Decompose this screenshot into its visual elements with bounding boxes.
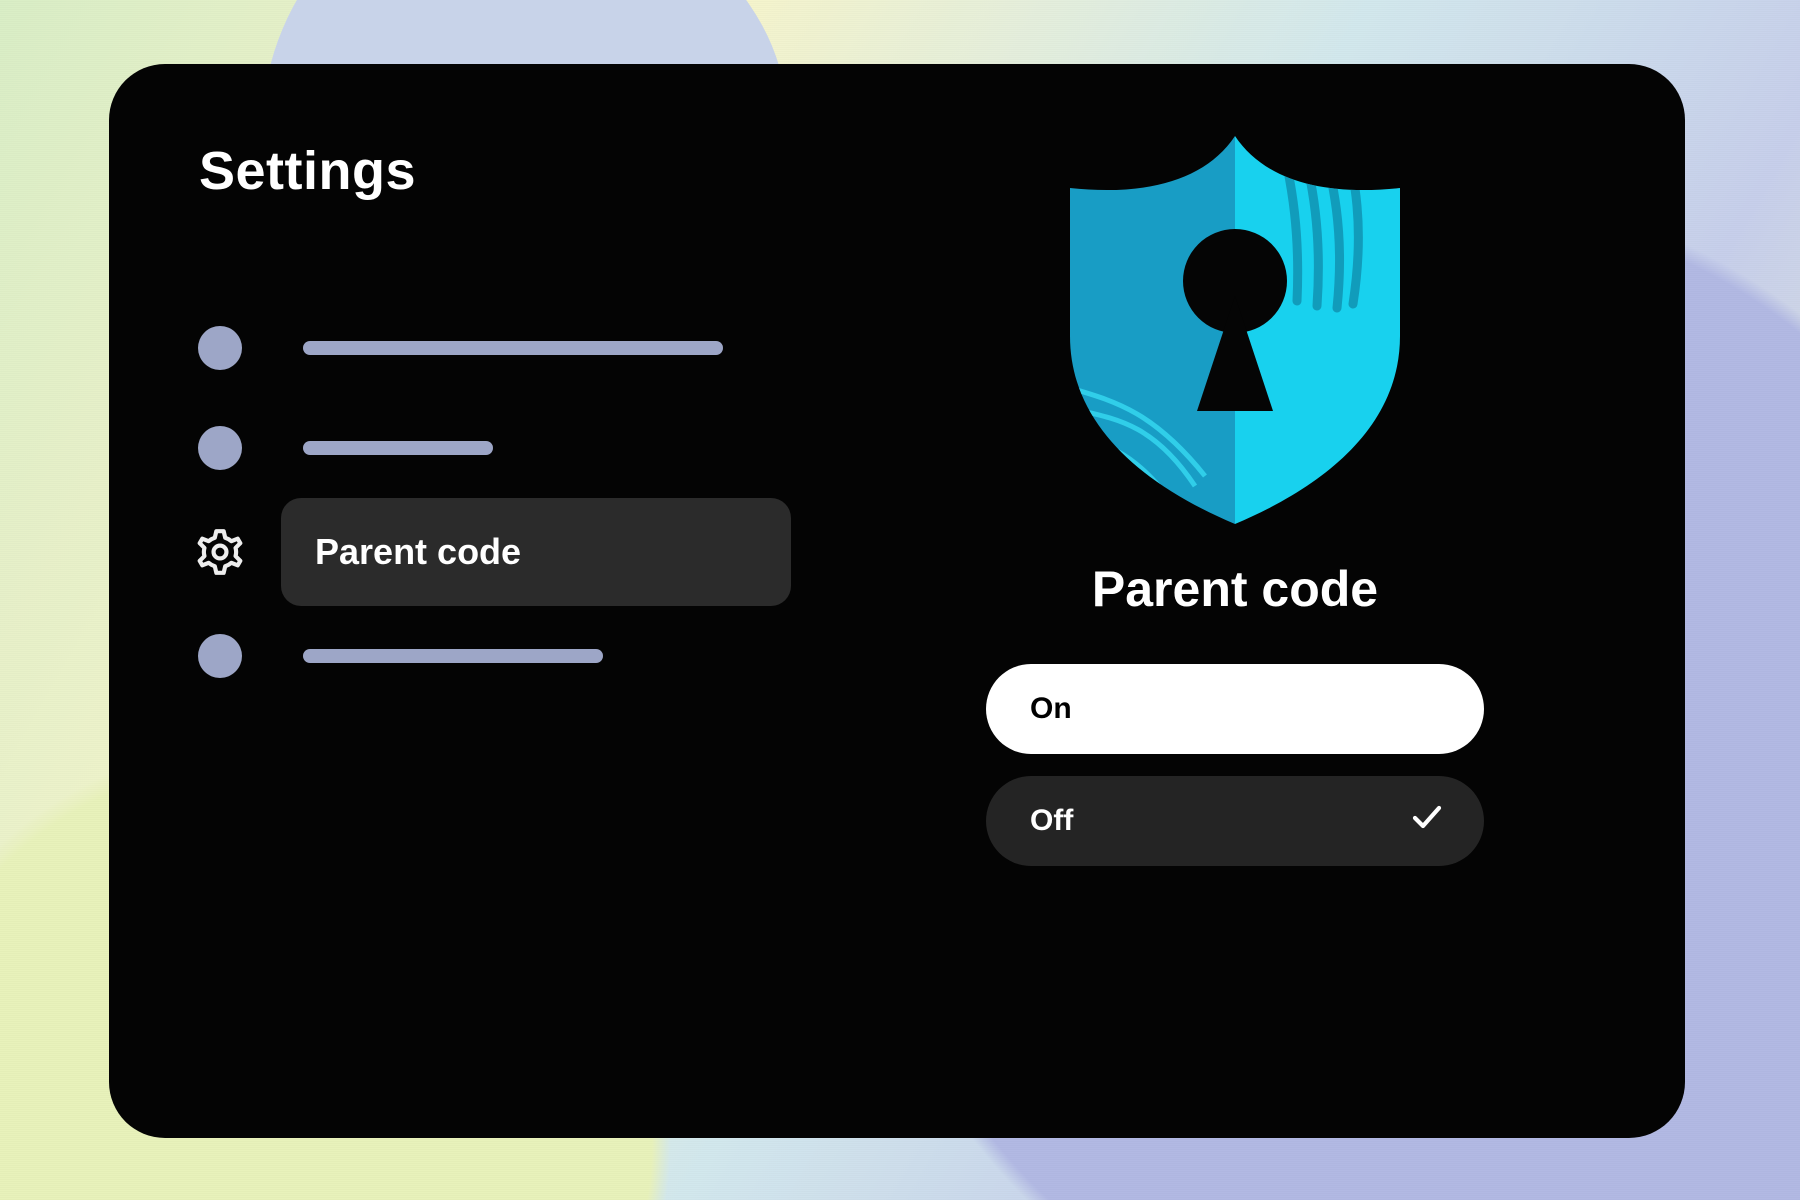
- parent-code-options: On Off: [986, 664, 1484, 866]
- gear-icon: [195, 527, 245, 577]
- nav-item-label-placeholder: [303, 341, 723, 355]
- nav-item-label-placeholder: [303, 649, 603, 663]
- nav-item-label: Parent code: [315, 531, 521, 573]
- nav-item-icon: [195, 423, 245, 473]
- shield-lock-icon: [1045, 126, 1425, 526]
- settings-card: Settings Parent code: [109, 64, 1685, 1138]
- panel-title: Parent code: [1092, 560, 1378, 618]
- detail-panel: Parent code On Off: [955, 126, 1515, 866]
- nav-item-icon: [195, 631, 245, 681]
- nav-item-label-placeholder: [303, 441, 493, 455]
- nav-item-selected-pill: Parent code: [281, 498, 791, 606]
- nav-item-icon: [195, 323, 245, 373]
- option-off[interactable]: Off: [986, 776, 1484, 866]
- nav-item-placeholder-1[interactable]: [189, 298, 889, 398]
- option-label: On: [1030, 692, 1072, 726]
- option-on[interactable]: On: [986, 664, 1484, 754]
- nav-item-parent-code[interactable]: Parent code: [189, 498, 889, 606]
- option-label: Off: [1030, 804, 1073, 838]
- nav-item-placeholder-3[interactable]: [189, 606, 889, 706]
- nav-item-placeholder-2[interactable]: [189, 398, 889, 498]
- check-icon: [1410, 800, 1444, 842]
- settings-nav: Parent code: [189, 298, 889, 706]
